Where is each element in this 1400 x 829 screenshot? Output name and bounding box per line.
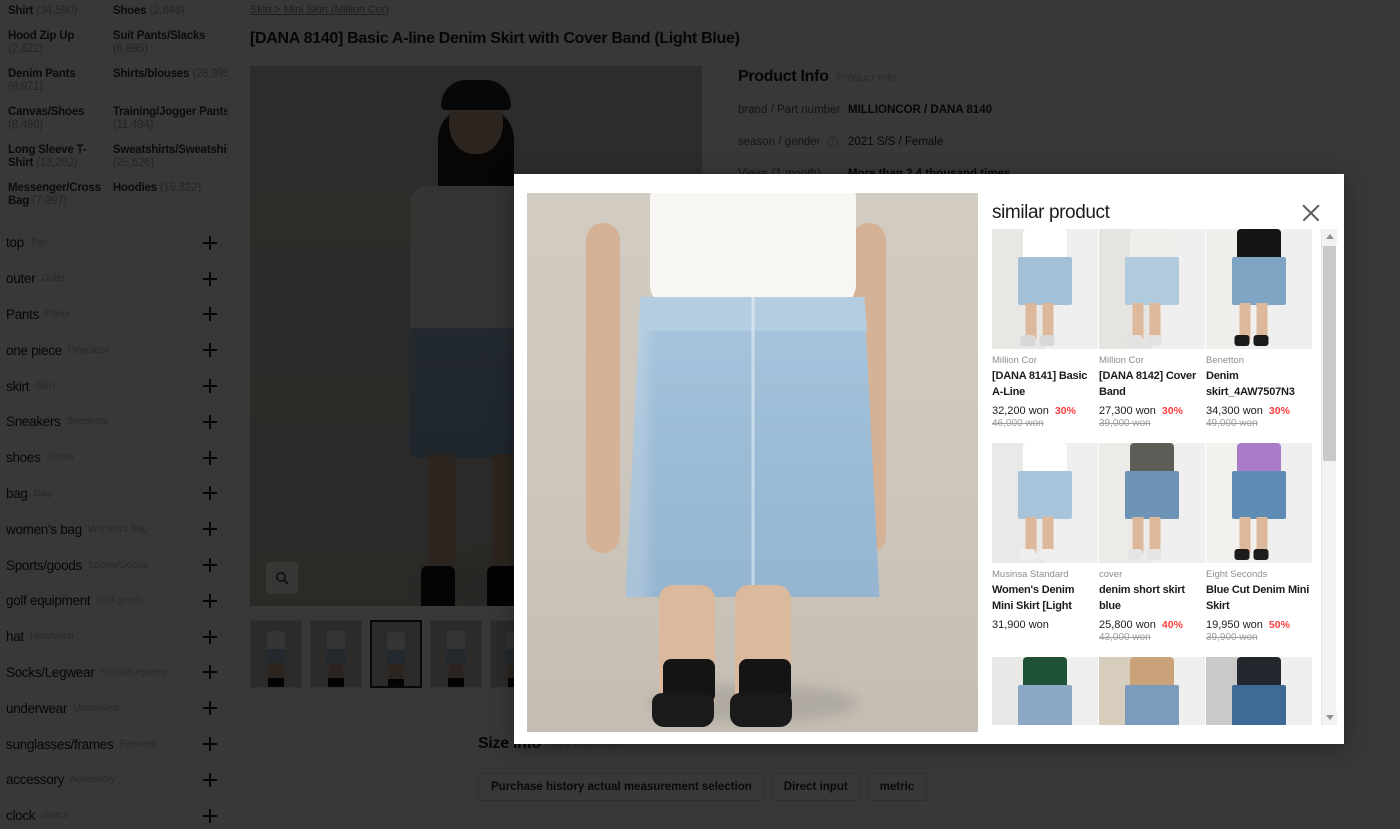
similar-product-discount: 40% (1161, 619, 1183, 631)
similar-product-brand: Musinsa Standard (992, 569, 1069, 580)
similar-product-price: 25,800 won (1099, 619, 1156, 631)
similar-product-image[interactable] (1206, 657, 1312, 725)
modal-title: similar product (992, 202, 1110, 223)
modal-list-pane: similar product Million Cor [DANA 8141] B… (978, 174, 1344, 744)
similar-product-card[interactable]: Musinsa Standard Women's Denim Mini Skirt… (992, 443, 1098, 657)
scroll-down-icon[interactable] (1322, 710, 1337, 725)
similar-product-price: 27,300 won (1099, 405, 1156, 417)
similar-product-brand: Million Cor (1099, 355, 1144, 366)
modal-header: similar product (978, 192, 1344, 234)
similar-product-name: Blue Cut Denim Mini Skirt (1206, 584, 1310, 612)
similar-product-card[interactable]: Million Cor [DANA 8141] Basic A-Line 32,20… (992, 229, 1098, 443)
similar-product-price-row: 32,200 won 30% (992, 405, 1098, 417)
modal-white-tshirt (649, 193, 856, 307)
modal-skirt-seam (751, 297, 754, 597)
similar-product-price-row: 27,300 won 30% (1099, 405, 1205, 417)
modal-shoe-right (729, 693, 792, 727)
similar-product-brand: Million Cor (992, 355, 1037, 366)
modal-shoe-left (651, 693, 714, 727)
modal-arm-left (585, 223, 620, 553)
similar-product-discount: 30% (1161, 405, 1183, 417)
similar-product-card[interactable] (992, 657, 1098, 725)
similar-product-price-row: 19,950 won 50% (1206, 619, 1312, 631)
similar-product-card[interactable]: Eight Seconds Blue Cut Denim Mini Skirt 19… (1206, 443, 1312, 657)
similar-product-price-row: 25,800 won 40% (1099, 619, 1205, 631)
page-root: Shirt (34,590)Shoes (2,846)Hood Zip Up (… (0, 0, 1400, 829)
similar-product-image[interactable] (992, 443, 1098, 563)
similar-product-image[interactable] (1206, 229, 1312, 349)
similar-product-discount: 50% (1268, 619, 1290, 631)
similar-product-original-price: 39,000 won (1099, 418, 1151, 429)
similar-product-modal: similar product Million Cor [DANA 8141] B… (514, 174, 1344, 744)
scroll-up-icon[interactable] (1322, 229, 1337, 244)
modal-scrollbar[interactable] (1321, 229, 1337, 725)
card-spacer (992, 431, 1098, 443)
similar-product-price-row: 34,300 won 30% (1206, 405, 1312, 417)
modal-product-image[interactable] (527, 193, 978, 732)
card-spacer (992, 631, 1098, 643)
similar-product-price: 31,900 won (992, 619, 1049, 631)
similar-product-original-price: 43,000 won (1099, 632, 1151, 643)
similar-product-name: [DANA 8141] Basic A-Line (992, 370, 1088, 398)
card-spacer (1206, 431, 1312, 443)
similar-product-price: 19,950 won (1206, 619, 1263, 631)
similar-product-discount: 30% (1268, 405, 1290, 417)
scrollbar-thumb[interactable] (1323, 246, 1336, 461)
similar-product-original-price: 39,900 won (1206, 632, 1258, 643)
card-spacer (1099, 431, 1205, 443)
similar-product-card[interactable]: Benetton Denim skirt_4AW7507N3 34,300 won 3… (1206, 229, 1312, 443)
similar-product-card[interactable]: Million Cor [DANA 8142] Cover Band 27,300 … (1099, 229, 1205, 443)
card-spacer (1206, 645, 1312, 657)
similar-product-name: Women's Denim Mini Skirt [Light (992, 584, 1075, 612)
similar-product-image[interactable] (1206, 443, 1312, 563)
similar-product-image[interactable] (1099, 229, 1205, 349)
similar-product-image[interactable] (992, 229, 1098, 349)
similar-product-brand: cover (1099, 569, 1123, 580)
similar-product-name: Denim skirt_4AW7507N3 (1206, 370, 1295, 398)
similar-product-price: 32,200 won (992, 405, 1049, 417)
similar-product-original-price: 49,000 won (1206, 418, 1258, 429)
similar-product-card[interactable] (1206, 657, 1312, 725)
similar-product-image[interactable] (992, 657, 1098, 725)
similar-product-original-price: 46,000 won (992, 418, 1044, 429)
similar-product-card[interactable]: cover denim short skirt blue 25,800 won 40%… (1099, 443, 1205, 657)
modal-image-pane (514, 174, 978, 744)
similar-product-image[interactable] (1099, 657, 1205, 725)
card-spacer (1099, 645, 1205, 657)
similar-product-name: [DANA 8142] Cover Band (1099, 370, 1197, 398)
similar-product-discount: 30% (1054, 405, 1076, 417)
similar-products-grid: Million Cor [DANA 8141] Basic A-Line 32,20… (992, 229, 1314, 725)
similar-product-card[interactable] (1099, 657, 1205, 725)
similar-product-brand: Eight Seconds (1206, 569, 1268, 580)
similar-product-brand: Benetton (1206, 355, 1245, 366)
similar-product-image[interactable] (1099, 443, 1205, 563)
similar-product-price-row: 31,900 won (992, 619, 1098, 631)
similar-products-scroll-area[interactable]: Million Cor [DANA 8141] Basic A-Line 32,20… (992, 229, 1314, 725)
similar-product-name: denim short skirt blue (1099, 584, 1185, 612)
close-icon[interactable] (1300, 202, 1322, 224)
similar-product-price: 34,300 won (1206, 405, 1263, 417)
